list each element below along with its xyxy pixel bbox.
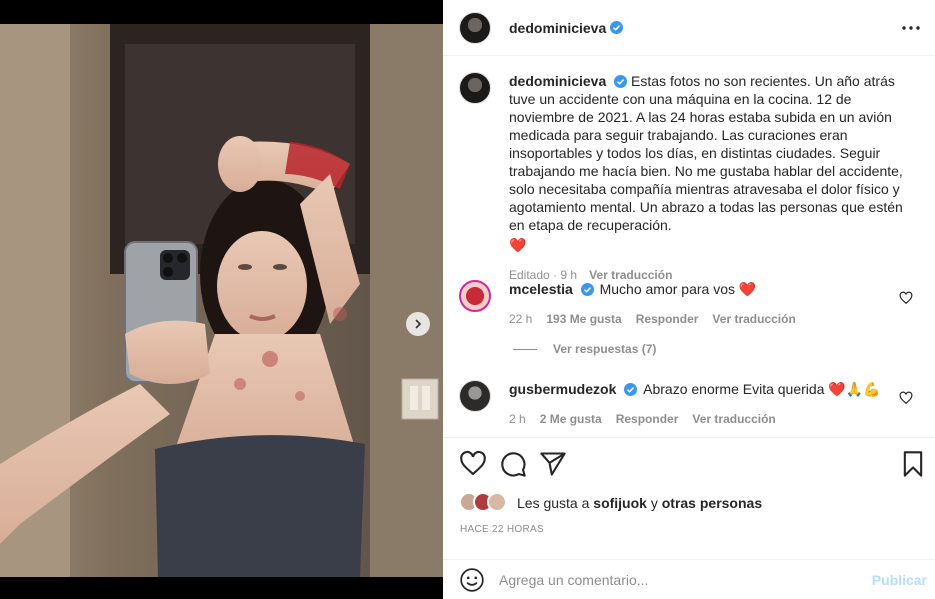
comment-likes[interactable]: 193 Me gusta	[546, 312, 621, 326]
next-photo-button[interactable]	[406, 312, 430, 336]
reply-button[interactable]: Responder	[616, 412, 679, 426]
caption-text: Estas fotos no son recientes. Un año atr…	[509, 73, 903, 233]
caption-body: dedominicieva Estas fotos no son recient…	[509, 72, 919, 284]
bookmark-icon[interactable]	[899, 450, 927, 478]
caption-emoji: ❤️	[509, 237, 527, 253]
instagram-post-modal: dedominicieva dedominicieva Estas fotos …	[0, 0, 935, 599]
comment-time: 2 h	[509, 412, 526, 426]
post-header: dedominicieva	[443, 0, 935, 56]
comment-body: gusbermudezok Abrazo enorme Evita querid…	[509, 380, 899, 426]
commenter-avatar[interactable]	[459, 280, 491, 312]
replies-label: Ver respuestas (7)	[553, 342, 657, 356]
author-username[interactable]: dedominicieva	[509, 20, 606, 36]
comment-line: mcelestia Mucho amor para vos ❤️	[509, 280, 899, 298]
likes-connector: y	[650, 495, 658, 511]
post-actions-bar	[443, 437, 935, 487]
liker-username[interactable]: sofijuok	[593, 495, 647, 511]
reply-button[interactable]: Responder	[636, 312, 699, 326]
chevron-right-icon	[415, 319, 422, 329]
verified-badge-icon	[610, 21, 624, 34]
comment-input[interactable]	[499, 571, 849, 588]
liker-avatars[interactable]	[459, 492, 513, 514]
liker-avatar	[487, 492, 507, 512]
likes-summary: Les gusta a sofijuok y otras personas	[459, 492, 762, 514]
comment-line: gusbermudezok Abrazo enorme Evita querid…	[509, 380, 899, 398]
verified-badge-icon	[580, 283, 594, 296]
heart-icon[interactable]	[899, 291, 913, 305]
heart-icon[interactable]	[899, 391, 913, 405]
comment-emoji: ❤️	[738, 281, 757, 297]
heart-icon[interactable]	[459, 450, 487, 478]
likes-prefix: Les gusta a	[517, 495, 590, 511]
comment-likes[interactable]: 2 Me gusta	[540, 412, 602, 426]
post-caption: dedominicieva Estas fotos no son recient…	[459, 72, 919, 284]
comment-meta: 2 h 2 Me gusta Responder Ver traducción	[509, 412, 899, 426]
more-options-icon	[902, 26, 920, 30]
comment-text: Mucho amor para vos	[599, 281, 736, 297]
mirror-selfie-image	[0, 24, 443, 577]
comment-item: gusbermudezok Abrazo enorme Evita querid…	[459, 380, 919, 426]
post-sidebar: dedominicieva dedominicieva Estas fotos …	[443, 0, 935, 599]
verified-badge-icon	[624, 383, 638, 396]
comment-meta: 22 h 193 Me gusta Responder Ver traducci…	[509, 312, 899, 326]
post-photo	[0, 24, 443, 577]
commenter-avatar[interactable]	[459, 380, 491, 412]
comment-text: Abrazo enorme Evita querida	[643, 381, 825, 397]
comment-username[interactable]: mcelestia	[509, 281, 573, 297]
comment-time: 22 h	[509, 312, 533, 326]
comment-body: mcelestia Mucho amor para vos ❤️ 22 h 19…	[509, 280, 899, 326]
verified-badge-icon	[614, 75, 628, 88]
other-likers-link[interactable]: otras personas	[662, 495, 762, 511]
comment-translate-link[interactable]: Ver traducción	[712, 312, 795, 326]
publish-button[interactable]: Publicar	[872, 572, 927, 588]
post-timestamp[interactable]: HACE 22 HORAS	[460, 524, 544, 535]
author-avatar[interactable]	[459, 11, 491, 44]
caption-author-avatar[interactable]	[459, 72, 491, 104]
add-comment-bar: Publicar	[443, 559, 935, 599]
view-replies-button[interactable]: Ver respuestas (7)	[513, 342, 656, 356]
comment-username[interactable]: gusbermudezok	[509, 381, 616, 397]
emoji-icon[interactable]	[459, 567, 485, 593]
comment-emoji: ❤️🙏💪	[828, 381, 881, 397]
comment-translate-link[interactable]: Ver traducción	[692, 412, 775, 426]
comment-icon[interactable]	[499, 450, 527, 478]
comment-item: mcelestia Mucho amor para vos ❤️ 22 h 19…	[459, 280, 919, 326]
more-options-button[interactable]	[899, 16, 923, 40]
caption-username[interactable]: dedominicieva	[509, 73, 606, 89]
send-icon[interactable]	[539, 450, 567, 478]
replies-divider	[513, 348, 537, 350]
